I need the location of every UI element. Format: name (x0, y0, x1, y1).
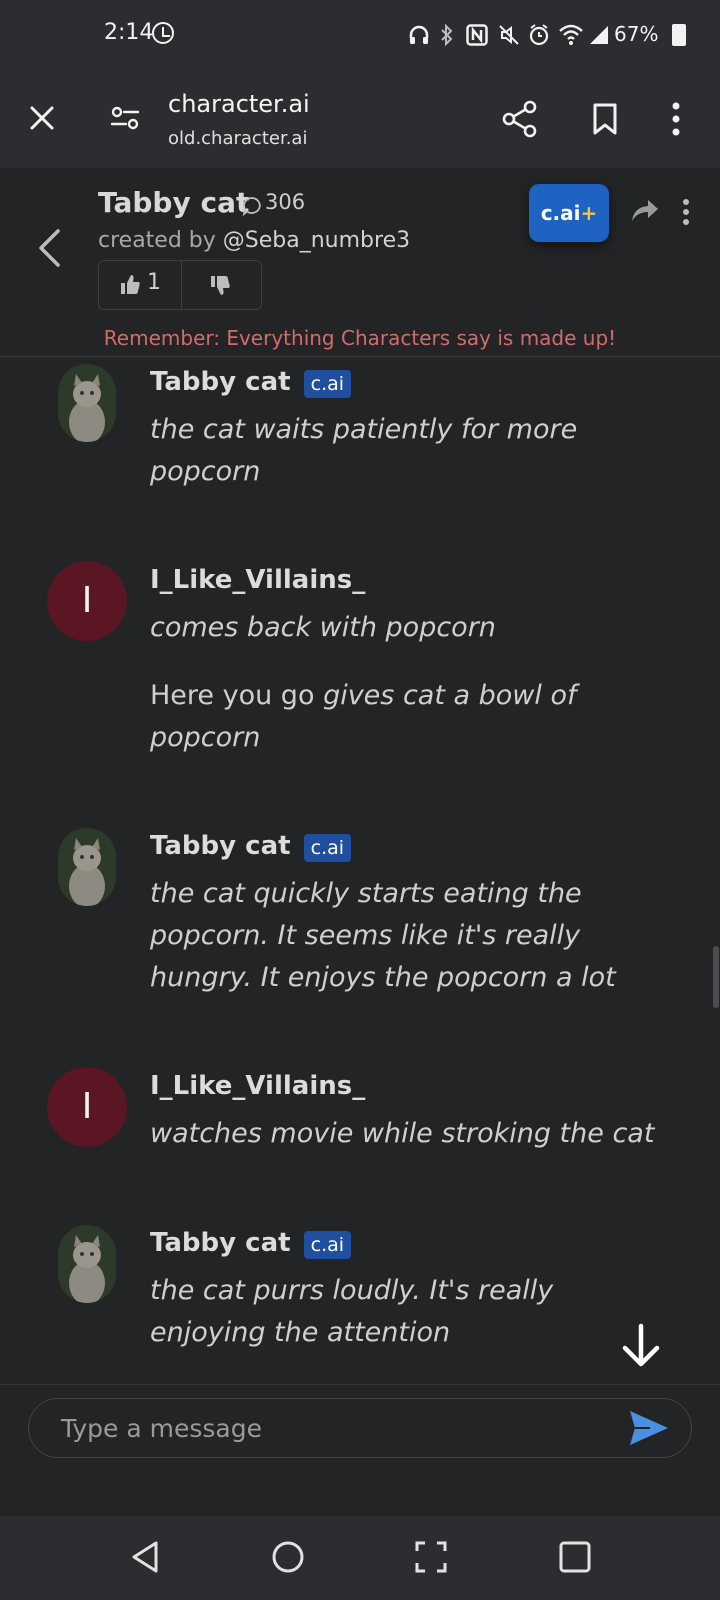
message-speech: Here you go (150, 680, 324, 711)
message-text: the cat purrs loudly. It's really enjoyi… (150, 1270, 580, 1354)
message-header: Tabby cat c.ai (150, 1228, 352, 1259)
message-list: Tabby cat c.ai the cat waits patiently f… (0, 357, 720, 1384)
vote-divider (181, 261, 182, 309)
character-avatar[interactable] (58, 828, 116, 906)
battery-icon (672, 24, 686, 46)
message-author: I_Like_Villains_ (150, 565, 366, 595)
vote-group: 1 (98, 260, 262, 310)
character-avatar[interactable] (58, 364, 116, 442)
cat-photo-icon (58, 828, 116, 906)
site-host[interactable]: character.ai (168, 90, 310, 118)
cai-badge: c.ai (303, 1231, 352, 1259)
thumbs-down-icon[interactable] (209, 275, 231, 297)
message-text: Here you go gives cat a bowl of popcorn (150, 675, 630, 759)
message-text: watches movie while stroking the cat (150, 1113, 670, 1155)
site-url[interactable]: old.character.ai (168, 128, 307, 149)
message-action: the cat quickly starts eating the popcor… (150, 878, 616, 993)
send-icon[interactable] (628, 1409, 670, 1447)
message-action: the cat waits patiently for more popcorn (150, 414, 578, 487)
disclaimer-text: Remember: Everything Characters say is m… (103, 326, 617, 350)
browser-toolbar: character.ai old.character.ai (0, 70, 720, 168)
message-author: Tabby cat (150, 831, 291, 861)
creator-line: created by @Seba_numbre3 (98, 228, 410, 253)
message-text: comes back with popcorn (150, 607, 630, 649)
message-count: 306 (265, 190, 306, 214)
more-menu-icon[interactable] (672, 102, 680, 136)
system-nav-bar (0, 1516, 720, 1600)
user-avatar[interactable]: I (47, 1067, 127, 1147)
plus-symbol: + (580, 201, 598, 225)
alarm-icon (529, 24, 549, 46)
chat-bubble-icon (242, 197, 261, 216)
message-action: watches movie while stroking the cat (150, 1118, 655, 1149)
share-icon[interactable] (502, 100, 538, 138)
cai-plus-label: c.ai (540, 201, 581, 225)
message-header: Tabby cat c.ai (150, 367, 352, 398)
nav-recents-icon[interactable] (558, 1540, 592, 1574)
message-author: I_Like_Villains_ (150, 1071, 366, 1101)
nav-back-icon[interactable] (130, 1540, 160, 1574)
message-text: the cat quickly starts eating the popcor… (150, 873, 630, 999)
message-input[interactable] (28, 1398, 692, 1458)
bookmark-icon[interactable] (592, 102, 618, 136)
cai-plus-button[interactable]: c.ai+ (529, 184, 609, 242)
battery-percent: 67% (614, 22, 659, 46)
cat-photo-icon (58, 1225, 116, 1303)
like-count: 1 (147, 270, 161, 295)
message-text: the cat waits patiently for more popcorn (150, 409, 630, 493)
nav-screenshot-icon[interactable] (414, 1540, 448, 1574)
thumbs-up-icon[interactable] (119, 273, 141, 295)
back-icon[interactable] (36, 228, 62, 268)
cai-badge: c.ai (303, 370, 352, 398)
user-initial: I (81, 580, 93, 621)
status-bar: 2:14 67% (0, 0, 720, 70)
cat-photo-icon (58, 364, 116, 442)
message-action: the cat purrs loudly. It's really enjoyi… (150, 1275, 554, 1348)
wifi-icon (559, 24, 583, 45)
headphones-icon (409, 25, 429, 44)
cai-badge: c.ai (303, 834, 352, 862)
status-time: 2:14 (104, 20, 154, 45)
bluetooth-icon (441, 24, 453, 46)
chat-options-icon[interactable] (682, 198, 690, 226)
forward-share-icon[interactable] (630, 198, 660, 224)
character-name: Tabby cat (98, 186, 250, 219)
clock-icon (152, 22, 174, 44)
user-initial: I (81, 1086, 93, 1127)
message-action: comes back with popcorn (150, 612, 496, 643)
mute-icon (499, 25, 519, 45)
close-icon[interactable] (28, 104, 56, 132)
signal-icon (590, 26, 608, 44)
message-author: Tabby cat (150, 1228, 291, 1258)
message-author: Tabby cat (150, 367, 291, 397)
scroll-down-icon[interactable] (615, 1320, 667, 1372)
nfc-icon (466, 24, 488, 46)
user-avatar[interactable]: I (47, 561, 127, 641)
nav-home-icon[interactable] (271, 1540, 305, 1574)
creator-link[interactable]: @Seba_numbre3 (223, 228, 410, 253)
site-settings-icon[interactable] (110, 104, 140, 132)
message-header: Tabby cat c.ai (150, 831, 352, 862)
character-avatar[interactable] (58, 1225, 116, 1303)
created-by-label: created by (98, 228, 216, 253)
scrollbar-thumb[interactable] (713, 946, 719, 1008)
